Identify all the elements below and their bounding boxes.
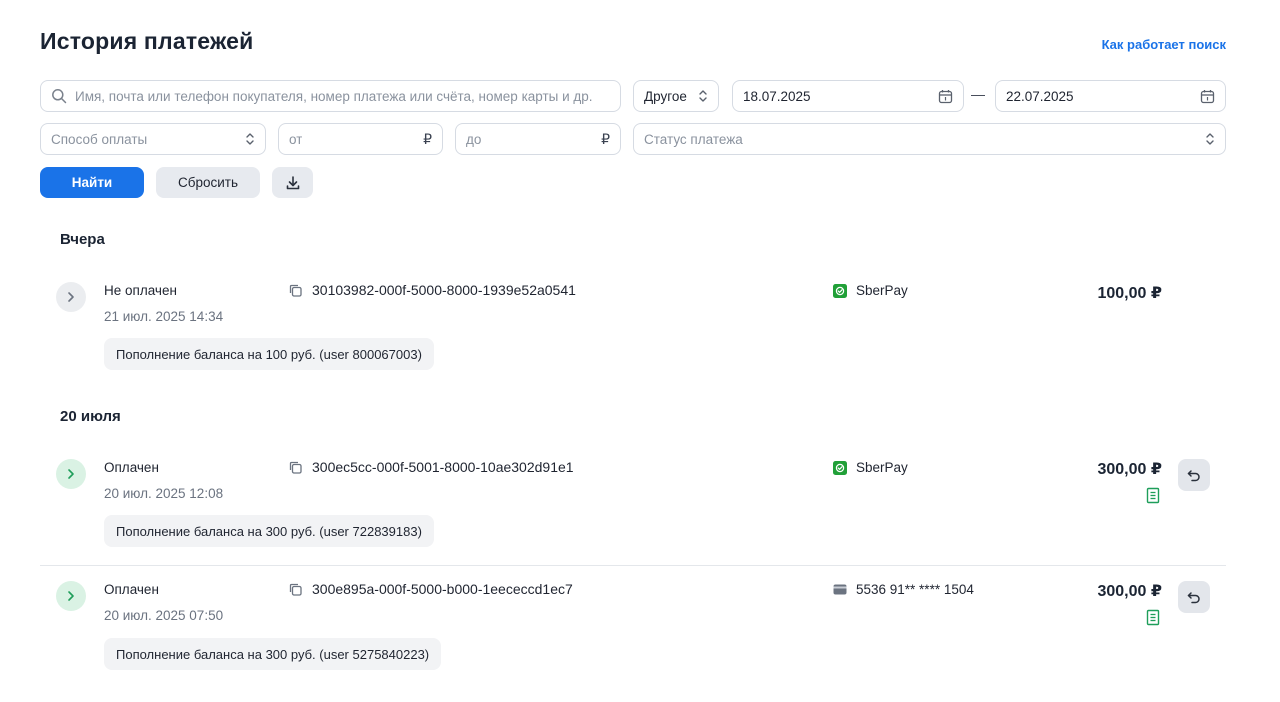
how-search-works-link[interactable]: Как работает поиск [1102,37,1226,52]
ruble-sign: ₽ [423,130,432,147]
date-from-input[interactable]: 18.07.2025 [732,80,964,112]
payment-method-select[interactable]: Способ оплаты [40,123,266,155]
find-button[interactable]: Найти [40,167,144,198]
amount-to-input[interactable]: до ₽ [455,123,621,155]
expand-row-button[interactable] [56,581,86,611]
date-from-value: 18.07.2025 [743,88,811,104]
group-title-yesterday: Вчера [60,231,105,248]
payment-id-text: 300e895a-000f-5000-b000-1eececcd1ec7 [312,581,573,597]
payment-status: Не оплачен [104,283,177,298]
payment-method: SberPay [833,460,908,475]
payment-id: 30103982-000f-5000-8000-1939e52a0541 [288,282,576,298]
download-icon [286,175,299,189]
bank-card-icon [833,584,847,595]
chevron-right-icon [68,292,74,302]
ruble-sign: ₽ [601,130,610,147]
payment-method-name: SberPay [856,283,908,298]
payment-method-placeholder: Способ оплаты [51,131,148,147]
refund-button[interactable] [1178,581,1210,613]
payment-status: Оплачен [104,460,159,475]
copy-icon[interactable] [288,460,303,475]
chevron-right-icon [68,591,74,601]
payment-method-name: SberPay [856,460,908,475]
payment-id-text: 300ec5cc-000f-5001-8000-10ae302d91e1 [312,459,574,475]
refund-button[interactable] [1178,459,1210,491]
date-to-input[interactable]: 22.07.2025 [995,80,1226,112]
chevron-up-down-icon [1205,132,1215,146]
payment-description: Пополнение баланса на 300 руб. (user 527… [104,638,442,670]
payment-datetime: 21 июл. 2025 14:34 [104,309,224,324]
payment-amount: 300,00 ₽ [1097,461,1162,478]
search-placeholder: Имя, почта или телефон покупателя, номер… [75,88,593,104]
calendar-icon[interactable] [1200,89,1215,104]
sberpay-icon [833,283,847,298]
reset-button[interactable]: Сбросить [156,167,260,198]
chevron-up-down-icon [245,132,255,146]
receipt-icon[interactable] [1146,609,1160,626]
period-type-value: Другое [644,88,687,104]
period-type-select[interactable]: Другое [633,80,719,112]
undo-icon [1187,470,1200,482]
page-title: История платежей [40,28,254,54]
payment-method-name: 5536 91** **** 1504 [856,582,974,597]
payment-id: 300e895a-000f-5000-b000-1eececcd1ec7 [288,581,573,597]
amount-from-placeholder: от [289,131,303,147]
receipt-icon[interactable] [1146,487,1160,504]
sberpay-icon [833,460,847,475]
expand-row-button[interactable] [56,282,86,312]
payment-datetime: 20 июл. 2025 12:08 [104,486,224,501]
payment-status-placeholder: Статус платежа [644,131,743,147]
payment-id: 300ec5cc-000f-5001-8000-10ae302d91e1 [288,459,574,475]
payment-description: Пополнение баланса на 100 руб. (user 800… [104,338,434,370]
date-to-value: 22.07.2025 [1006,88,1074,104]
payment-datetime: 20 июл. 2025 07:50 [104,608,224,623]
payment-description: Пополнение баланса на 300 руб. (user 722… [104,515,434,547]
amount-to-placeholder: до [466,131,482,147]
search-input[interactable]: Имя, почта или телефон покупателя, номер… [40,80,621,112]
chevron-right-icon [68,469,74,479]
row-divider [40,565,1226,566]
payment-status-select[interactable]: Статус платежа [633,123,1226,155]
expand-row-button[interactable] [56,459,86,489]
date-range-separator: — [971,86,985,102]
copy-icon[interactable] [288,582,303,597]
payment-status: Оплачен [104,582,159,597]
undo-icon [1187,592,1200,604]
copy-icon[interactable] [288,283,303,298]
amount-from-input[interactable]: от ₽ [278,123,443,155]
group-title-july-20: 20 июля [60,408,121,425]
payment-amount: 100,00 ₽ [1097,285,1162,302]
chevron-up-down-icon [698,89,708,103]
payment-method: SberPay [833,283,908,298]
search-icon [52,89,67,104]
calendar-icon[interactable] [938,89,953,104]
payment-amount: 300,00 ₽ [1097,583,1162,600]
download-button[interactable] [272,167,313,198]
payment-method: 5536 91** **** 1504 [833,582,974,597]
payment-id-text: 30103982-000f-5000-8000-1939e52a0541 [312,282,576,298]
